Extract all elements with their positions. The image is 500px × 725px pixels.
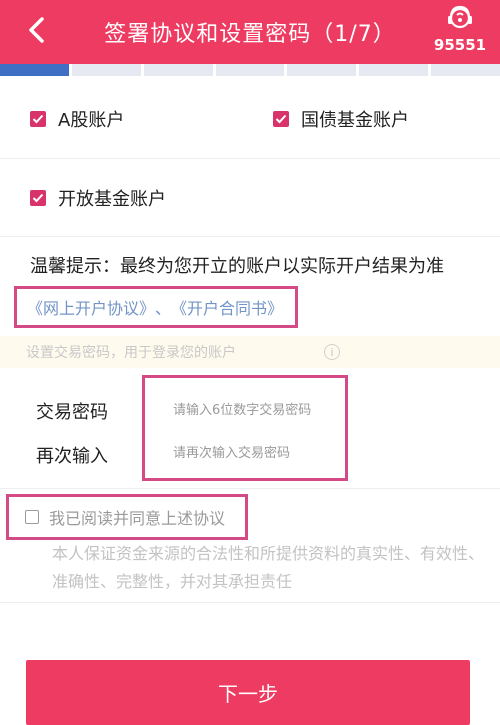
account-option-open-fund[interactable]: 开放基金账户 xyxy=(30,185,166,211)
trade-password-label: 交易密码 xyxy=(36,402,108,423)
link-separator: 、 xyxy=(155,299,172,318)
account-contract-link[interactable]: 《开户合同书》 xyxy=(171,295,283,319)
trade-password-input[interactable] xyxy=(173,398,343,422)
checkbox-checked-icon[interactable] xyxy=(30,111,46,127)
progress-segment xyxy=(215,64,285,76)
info-icon[interactable]: i xyxy=(324,344,340,360)
checkbox-checked-icon[interactable] xyxy=(30,190,46,206)
divider xyxy=(0,488,500,489)
progress-segment xyxy=(431,64,500,76)
notice-text: 设置交易密码，用于登录您的账户 xyxy=(26,345,236,361)
divider xyxy=(0,236,500,237)
chevron-left-icon xyxy=(29,17,44,43)
service-number: 95551 xyxy=(433,36,487,54)
disclaimer-text: 本人保证资金来源的合法性和所提供资料的真实性、有效性、准确性、完整性，并对其承担… xyxy=(52,544,485,591)
account-label: A股账户 xyxy=(58,110,125,131)
progress-segment xyxy=(287,64,357,76)
header-bar: 签署协议和设置密码（1/7） 95551 xyxy=(0,0,500,64)
page-title: 签署协议和设置密码（1/7） xyxy=(104,22,396,47)
online-account-agreement-link[interactable]: 《网上开户协议》 xyxy=(27,295,155,319)
next-step-button[interactable]: 下一步 xyxy=(26,660,470,725)
confirm-password-label: 再次输入 xyxy=(36,446,108,467)
customer-service-button[interactable]: 95551 xyxy=(430,4,490,60)
account-option-a-share[interactable]: A股账户 xyxy=(30,106,124,132)
step-progress-bar xyxy=(0,64,500,76)
progress-segment xyxy=(143,64,213,76)
account-label: 国债基金账户 xyxy=(301,110,409,131)
account-option-bond-fund[interactable]: 国债基金账户 xyxy=(273,106,409,132)
headset-icon xyxy=(448,5,472,29)
account-label: 开放基金账户 xyxy=(58,189,166,210)
agreement-links: 《网上开户协议》 、 《开户合同书》 xyxy=(14,286,298,328)
progress-segment xyxy=(359,64,429,76)
account-tip: 温馨提示：最终为您开立的账户以实际开户结果为准 xyxy=(30,256,444,277)
back-button[interactable] xyxy=(18,12,54,48)
divider xyxy=(0,602,500,603)
password-input-group xyxy=(142,375,348,481)
confirm-password-input[interactable] xyxy=(173,441,343,465)
checkbox-checked-icon[interactable] xyxy=(273,111,289,127)
progress-segment xyxy=(0,64,69,76)
agree-checkbox-row[interactable]: 我已阅读并同意上述协议 xyxy=(6,494,248,540)
agree-label: 我已阅读并同意上述协议 xyxy=(49,509,226,528)
progress-segment xyxy=(71,64,141,76)
divider xyxy=(0,158,500,159)
checkbox-unchecked-icon[interactable] xyxy=(25,510,39,524)
password-notice-bar: 设置交易密码，用于登录您的账户 i xyxy=(0,336,500,368)
